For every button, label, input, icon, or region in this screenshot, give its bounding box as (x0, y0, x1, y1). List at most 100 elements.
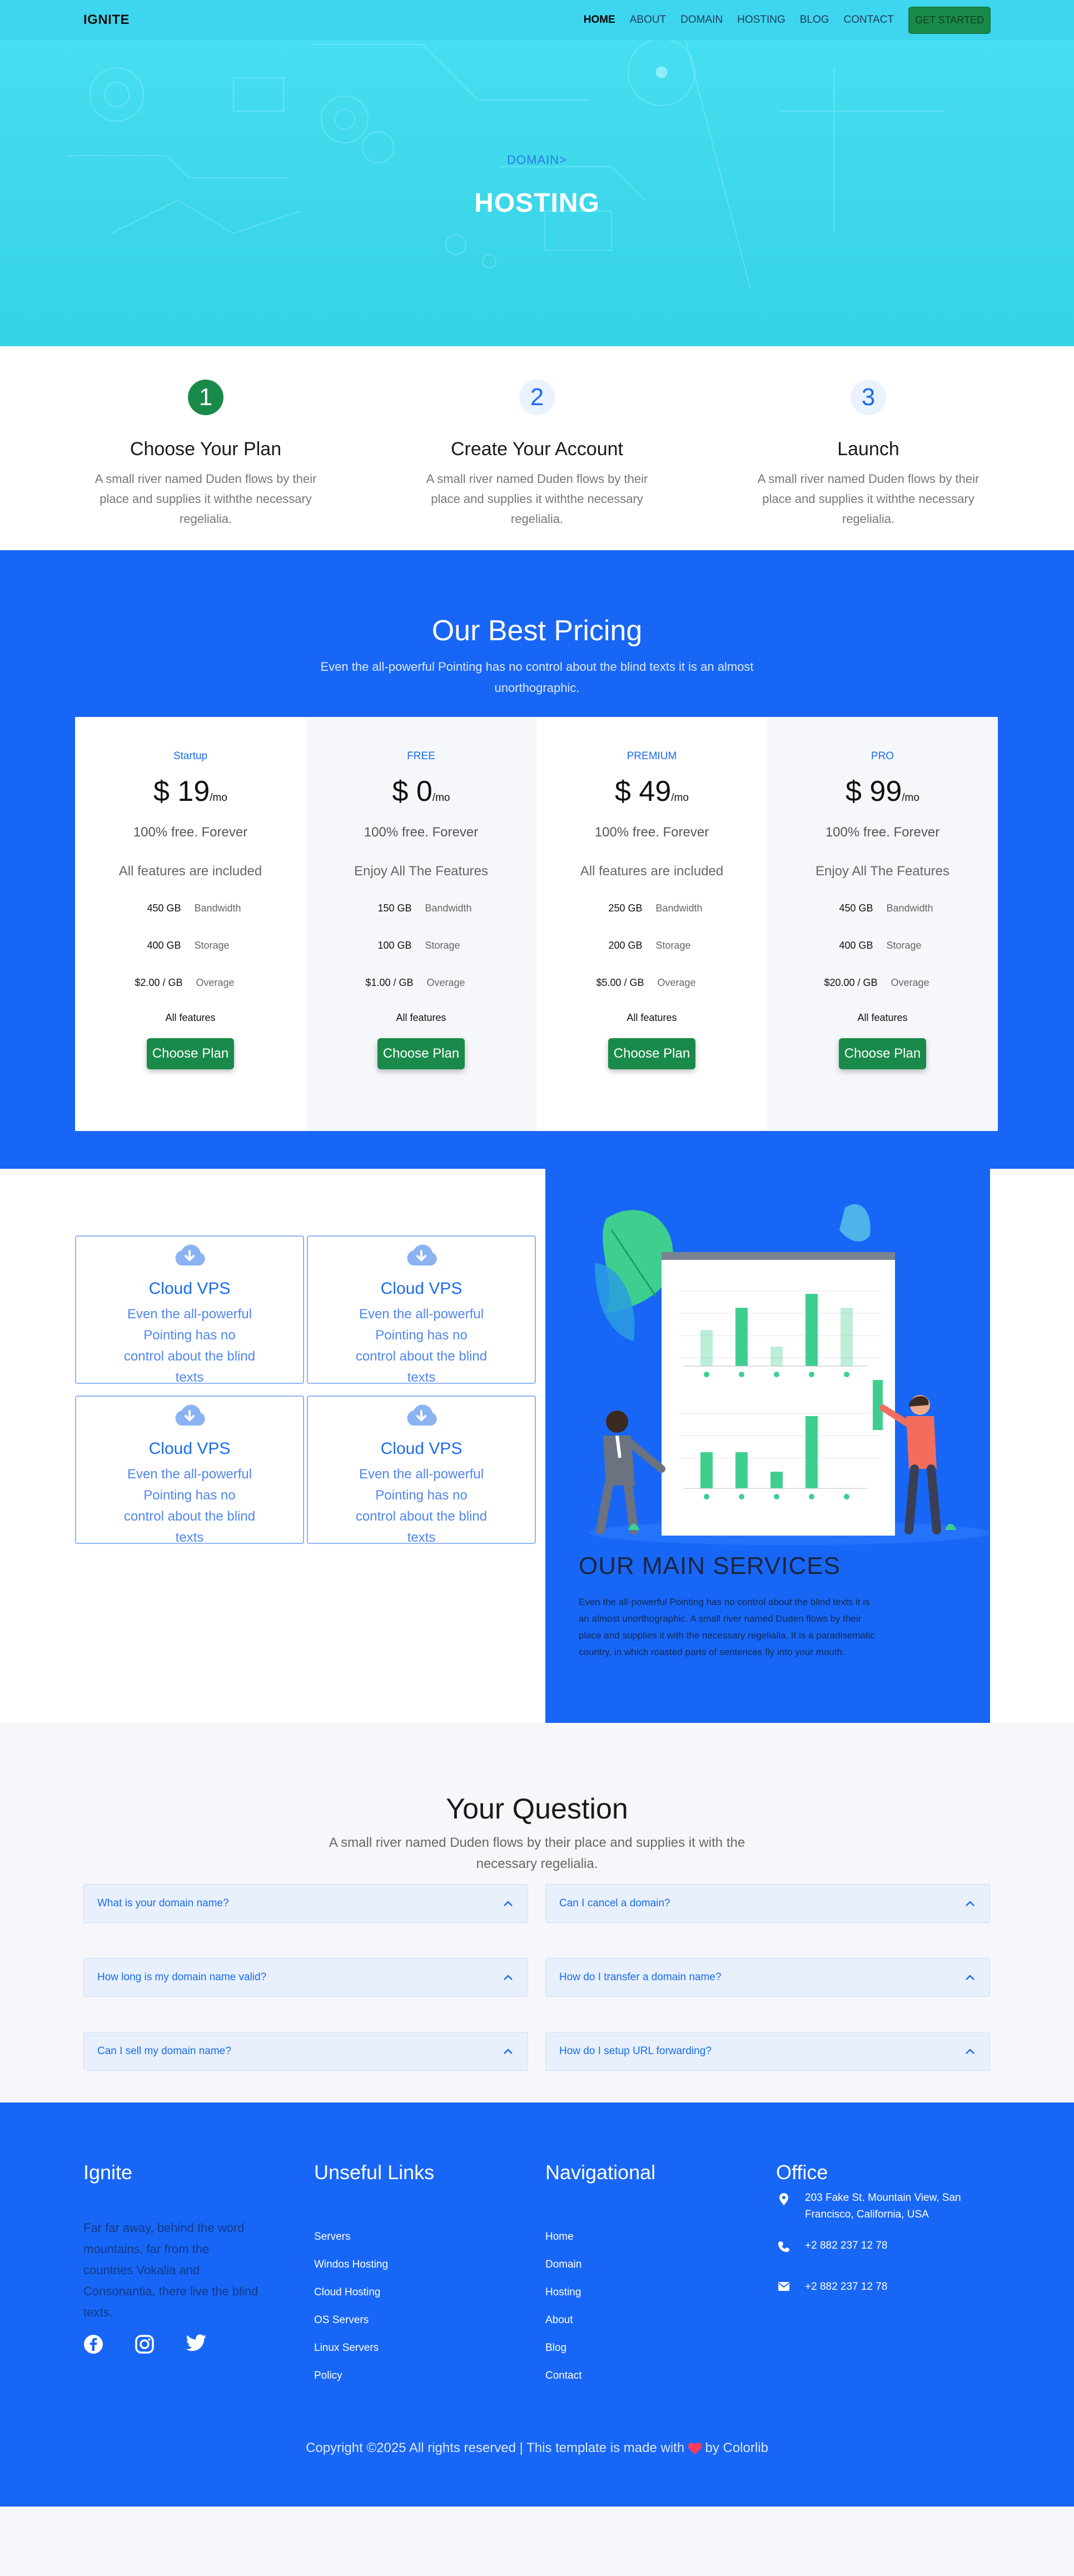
faq-question: How long is my domain name valid? (97, 1971, 267, 1983)
service-card[interactable]: Cloud VPS Even the all-powerful Pointing… (307, 1396, 536, 1545)
office-address: 203 Fake St. Mountain View, San Francisc… (776, 2190, 987, 2223)
footer-link[interactable]: Linux Servers (314, 2334, 434, 2362)
faq-item[interactable]: Can I sell my domain name? (83, 2032, 528, 2071)
plan-card-pro: PRO $ 99/mo 100% free. Forever Enjoy All… (767, 717, 998, 1131)
service-title: Cloud VPS (148, 1279, 231, 1298)
step-description: A small river named Duden flows by their… (95, 472, 317, 526)
nav-link-hosting[interactable]: HOSTING (737, 14, 785, 26)
services-illustration (589, 1204, 990, 1545)
office-phone: +2 882 237 12 78 (776, 2238, 987, 2254)
footer-navigational: Navigational Home Domain Hosting About B… (545, 2161, 655, 2390)
plan-free-text: 100% free. Forever (825, 825, 940, 840)
twitter-icon[interactable] (186, 2334, 207, 2352)
instagram-icon[interactable] (135, 2334, 155, 2354)
cloud-download-icon (407, 1404, 437, 1426)
cloud-download-icon (407, 1244, 437, 1265)
choose-plan-button[interactable]: Choose Plan (377, 1038, 465, 1069)
footer-link[interactable]: Servers (314, 2223, 434, 2251)
service-card[interactable]: Cloud VPS Even the all-powerful Pointing… (307, 1235, 536, 1385)
footer-link[interactable]: Domain (545, 2251, 655, 2279)
plan-storage: 400 GB Storage (839, 940, 922, 951)
footer-link[interactable]: Hosting (545, 2279, 655, 2306)
hero-tech-background (67, 33, 945, 290)
nav-link-blog[interactable]: BLOG (800, 14, 829, 26)
phone-icon (778, 2241, 789, 2252)
step-title: Create Your Account (450, 439, 623, 460)
nav-links-list: Home Domain Hosting About Blog Contact (545, 2223, 655, 2390)
plan-features-text: Enjoy All The Features (354, 864, 489, 879)
plan-free-text: 100% free. Forever (364, 825, 479, 840)
nav-link-contact[interactable]: CONTACT (844, 14, 894, 26)
steps-section: 1 Choose Your Plan A small river named D… (0, 346, 1074, 550)
choose-plan-button[interactable]: Choose Plan (838, 1038, 927, 1069)
step-2: 2 Create Your Account A small river name… (415, 380, 659, 550)
faq-item[interactable]: How do I setup URL forwarding? (545, 2032, 990, 2071)
hero-breadcrumb[interactable]: DOMAIN> (0, 153, 1074, 167)
footer-nav-title: Navigational (545, 2161, 656, 2184)
choose-plan-button[interactable]: Choose Plan (146, 1038, 235, 1069)
footer-link[interactable]: About (545, 2306, 655, 2334)
cloud-download-icon (175, 1404, 205, 1426)
faq-item[interactable]: How do I transfer a domain name? (545, 1958, 990, 1997)
services-heading: OUR MAIN SERVICES (579, 1552, 841, 1580)
footer: Ignite Far far away, behind the word mou… (0, 2102, 1074, 2507)
map-pin-icon (779, 2193, 788, 2205)
footer-useful-title: Unseful Links (314, 2161, 435, 2184)
plan-card-premium: PREMIUM $ 49/mo 100% free. Forever All f… (536, 717, 767, 1131)
footer-link[interactable]: OS Servers (314, 2306, 434, 2334)
plan-bandwidth: 250 GB Bandwidth (608, 903, 703, 914)
nav-link-domain[interactable]: DOMAIN (680, 14, 723, 26)
footer-about: Ignite Far far away, behind the word mou… (83, 2161, 261, 2354)
plan-storage: 200 GB Storage (608, 940, 691, 951)
pricing-plans: Startup $ 19/mo 100% free. Forever All f… (75, 717, 998, 1131)
plan-overage: $1.00 / GB Overage (365, 977, 465, 988)
colorlib-link[interactable]: by Colorlib (705, 2440, 768, 2455)
plan-price: $ 19/mo (153, 775, 227, 808)
nav-link-about[interactable]: ABOUT (630, 14, 666, 26)
step-title: Launch (837, 439, 899, 460)
phone-text[interactable]: +2 882 237 12 78 (805, 2238, 887, 2254)
plan-features-text: Enjoy All The Features (815, 864, 950, 879)
footer-link[interactable]: Policy (314, 2362, 434, 2390)
copyright: Copyright ©2025 All rights reserved | Th… (0, 2440, 1074, 2456)
get-started-button[interactable]: GET STARTED (908, 6, 991, 34)
service-card[interactable]: Cloud VPS Even the all-powerful Pointing… (75, 1235, 304, 1385)
footer-link[interactable]: Cloud Hosting (314, 2279, 434, 2306)
contact-text[interactable]: +2 882 237 12 78 (805, 2279, 887, 2295)
footer-useful-links: Unseful Links Servers Windos Hosting Clo… (314, 2161, 434, 2390)
services-section: Cloud VPS Even the all-powerful Pointing… (0, 1169, 1074, 1723)
step-number-2: 2 (519, 380, 555, 415)
service-title: Cloud VPS (148, 1439, 231, 1458)
cloud-download-icon (175, 1244, 205, 1265)
service-title: Cloud VPS (380, 1439, 463, 1458)
plan-all-features: All features (857, 1012, 908, 1023)
brand-logo[interactable]: IGNITE (83, 12, 130, 28)
service-description: Even the all-powerful Pointing has no co… (123, 1307, 256, 1385)
choose-plan-button[interactable]: Choose Plan (608, 1038, 696, 1069)
plan-price: $ 49/mo (615, 775, 689, 808)
pricing-title: Our Best Pricing (431, 615, 643, 647)
service-description: Even the all-powerful Pointing has no co… (355, 1467, 488, 1545)
step-number-3: 3 (851, 380, 886, 415)
footer-link[interactable]: Home (545, 2223, 655, 2251)
pricing-section: Our Best Pricing Even the all-powerful P… (0, 550, 1074, 1169)
office-email: +2 882 237 12 78 (776, 2279, 987, 2295)
service-card[interactable]: Cloud VPS Even the all-powerful Pointing… (75, 1396, 304, 1545)
plan-name: PRO (871, 750, 894, 762)
faq-item[interactable]: Can I cancel a domain? (545, 1884, 990, 1923)
social-links (83, 2334, 261, 2354)
chevron-up-icon (504, 1901, 513, 1906)
footer-link[interactable]: Blog (545, 2334, 655, 2362)
faq-item[interactable]: How long is my domain name valid? (83, 1958, 528, 1997)
chevron-up-icon (966, 2049, 974, 2054)
faq-subtitle: A small river named Duden flows by their… (329, 1835, 745, 1871)
footer-link[interactable]: Windos Hosting (314, 2251, 434, 2279)
nav-link-home[interactable]: HOME (584, 14, 615, 26)
faq-item[interactable]: What is your domain name? (83, 1884, 528, 1923)
footer-office-title: Office (776, 2161, 828, 2184)
plan-storage: 400 GB Storage (147, 940, 230, 951)
facebook-icon[interactable] (83, 2334, 103, 2354)
footer-link[interactable]: Contact (545, 2362, 655, 2390)
heart-icon (688, 2442, 702, 2454)
plan-features-text: All features are included (118, 864, 262, 879)
